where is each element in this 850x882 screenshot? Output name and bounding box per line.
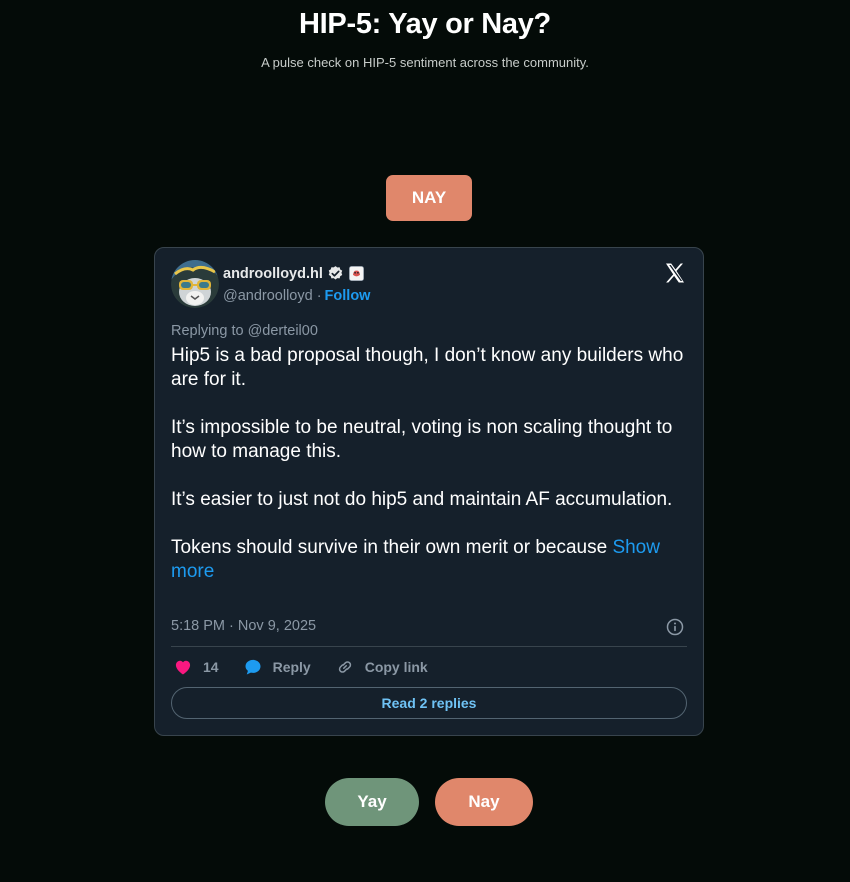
page-title: HIP-5: Yay or Nay? (299, 8, 551, 40)
reply-button[interactable]: Reply (243, 657, 311, 677)
nay-button[interactable]: Nay (435, 778, 533, 826)
yay-button[interactable]: Yay (325, 778, 419, 826)
x-logo-icon[interactable] (663, 261, 687, 285)
tweet-paragraph: It’s easier to just not do hip5 and main… (171, 489, 673, 510)
reply-label: Reply (272, 659, 311, 675)
page-subtitle: A pulse check on HIP-5 sentiment across … (261, 55, 589, 70)
tweet-embed: androolloyd.hl @androolloyd · Follow Rep… (154, 247, 704, 736)
tweet-paragraph: Hip5 is a bad proposal though, I don’t k… (171, 345, 684, 390)
tweet-actions: 14 Reply Copy link (173, 656, 452, 678)
tweet-paragraph: Tokens should survive in their own merit… (171, 536, 686, 584)
avatar[interactable] (171, 260, 219, 308)
handle-separator: · (316, 288, 322, 304)
tweet-paragraph: It’s impossible to be neutral, voting is… (171, 417, 673, 462)
verdict-badge: NAY (386, 175, 472, 221)
tweet-paragraph-text: Tokens should survive in their own merit… (171, 537, 613, 558)
like-count: 14 (203, 659, 219, 675)
read-replies-button[interactable]: Read 2 replies (171, 687, 687, 719)
display-name[interactable]: androolloyd.hl (223, 266, 323, 282)
reply-bubble-icon (245, 659, 261, 675)
link-icon (338, 661, 351, 673)
verified-badge-icon (328, 266, 343, 280)
tweet-timestamp[interactable]: 5:18 PM · Nov 9, 2025 (171, 618, 316, 634)
heart-icon (175, 660, 191, 675)
follow-link[interactable]: Follow (325, 288, 371, 304)
like-button[interactable]: 14 (173, 657, 219, 677)
copy-link-label: Copy link (364, 659, 428, 675)
divider (171, 646, 687, 647)
replying-to[interactable]: Replying to @derteil00 (171, 323, 318, 339)
info-icon[interactable] (665, 617, 685, 637)
copy-link-button[interactable]: Copy link (335, 657, 428, 677)
user-handle[interactable]: @androolloyd (223, 288, 313, 304)
affiliate-badge-icon (348, 266, 364, 281)
tweet-text: Hip5 is a bad proposal though, I don’t k… (171, 344, 686, 584)
